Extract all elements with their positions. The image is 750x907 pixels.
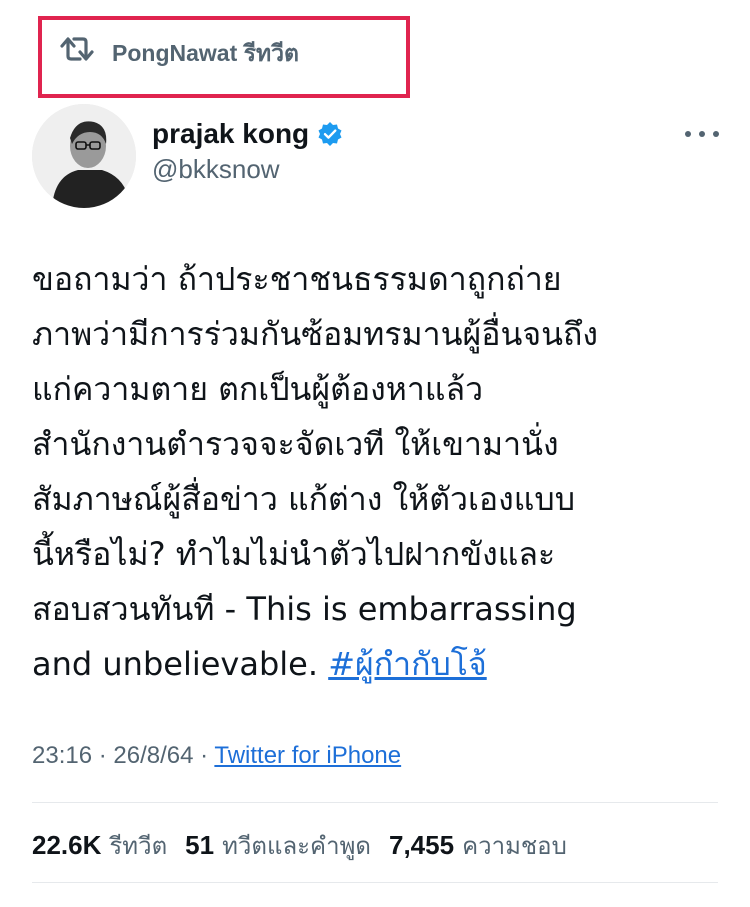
tweet-text-segment: and unbelievable.	[32, 645, 329, 683]
author-display-name[interactable]: prajak kong	[152, 118, 309, 150]
tweet-text-line: ขอถามว่า ถ้าประชาชนธรรมดาถูกถ่าย	[32, 260, 562, 298]
avatar[interactable]	[32, 104, 136, 208]
tweet-time[interactable]: 23:16	[32, 742, 92, 769]
tweet-text-line: สำนักงานตำรวจจะจัดเวที ให้เขามานั่ง	[32, 425, 559, 463]
tweet-text-last-line: and unbelievable. #ผู้กำกับโจ้	[32, 637, 722, 692]
quotes-count: 51	[185, 830, 215, 860]
divider	[32, 802, 718, 803]
author-handle[interactable]: @bkksnow	[152, 154, 280, 185]
meta-separator: ·	[92, 742, 114, 769]
tweet-text-line: สอบสวนทันที - This is embarrassing	[32, 590, 577, 628]
tweet-text-line: นี้หรือไม่? ทำไมไม่นำตัวไปฝากขังและ	[32, 535, 556, 573]
avatar-photo	[32, 104, 136, 208]
more-options-icon[interactable]	[682, 126, 722, 142]
tweet-text-line: แก่ความตาย ตกเป็นผู้ต้องหาแล้ว	[32, 370, 484, 408]
tweet-body: ขอถามว่า ถ้าประชาชนธรรมดาถูกถ่าย ภาพว่าม…	[32, 252, 722, 692]
tweet-metadata: 23:16 · 26/8/64 · Twitter for iPhone	[32, 742, 401, 770]
retweets-label: รีทวีต	[109, 832, 168, 860]
quotes-label: ทวีตและคำพูด	[222, 832, 371, 860]
retweets-stat[interactable]: 22.6K รีทวีต	[32, 826, 167, 865]
tweet-text-line: สัมภาษณ์ผู้สื่อข่าว แก้ต่าง ให้ตัวเองแบบ	[32, 480, 575, 518]
likes-count: 7,455	[388, 830, 455, 860]
divider	[32, 882, 718, 883]
hashtag-link[interactable]: #ผู้กำกับโจ้	[328, 645, 487, 683]
meta-separator: ·	[193, 742, 215, 769]
tweet-text-line: ภาพว่ามีการร่วมกันซ้อมทรมานผู้อื่นจนถึง	[32, 315, 598, 353]
tweet-date[interactable]: 26/8/64	[113, 742, 193, 769]
quotes-stat[interactable]: 51 ทวีตและคำพูด	[185, 826, 371, 865]
tweet-source-link[interactable]: Twitter for iPhone	[214, 742, 401, 769]
likes-stat[interactable]: 7,455 ความชอบ	[389, 826, 567, 865]
verified-badge-icon	[318, 122, 342, 146]
retweets-count: 22.6K	[32, 830, 102, 860]
tweet-stats: 22.6K รีทวีต 51 ทวีตและคำพูด 7,455 ความช…	[32, 826, 585, 865]
retweet-icon	[60, 37, 94, 61]
likes-label: ความชอบ	[462, 832, 567, 860]
retweeted-by-text[interactable]: PongNawat รีทวีต	[112, 36, 299, 72]
